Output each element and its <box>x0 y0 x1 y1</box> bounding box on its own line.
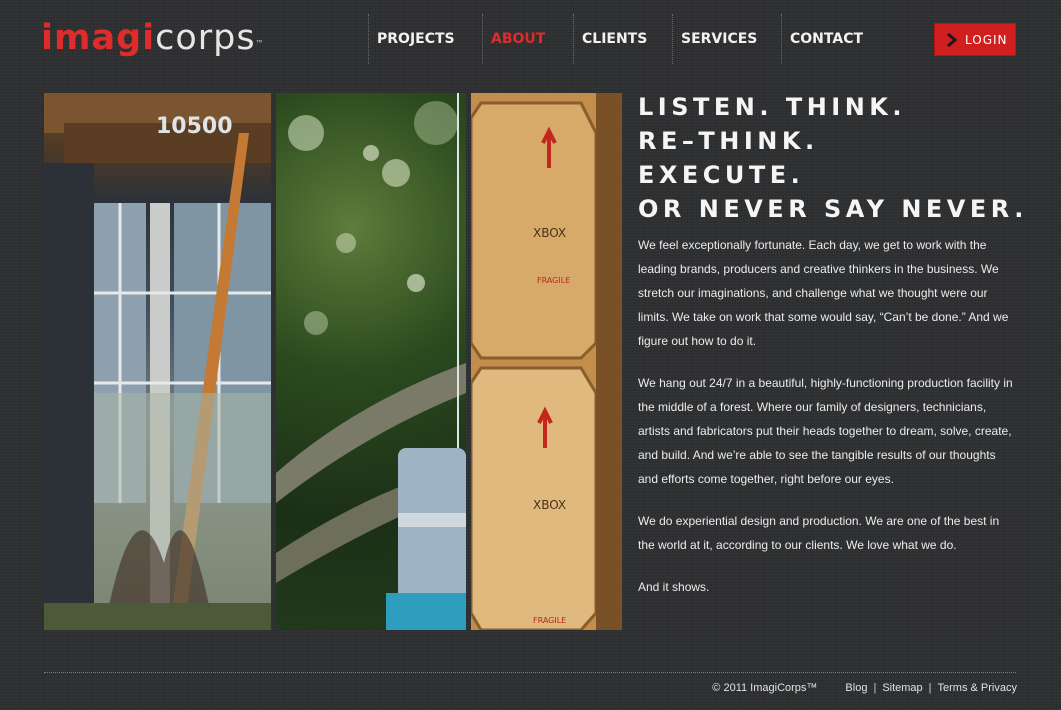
about-paragraph: And it shows. <box>638 580 710 594</box>
nav-services[interactable]: SERVICES <box>672 14 781 64</box>
headline-line: EXECUTE. <box>638 161 805 189</box>
footer-divider <box>44 672 1016 673</box>
building-photo: 10500 <box>44 93 271 630</box>
logo[interactable]: imagicorps™ <box>41 18 265 58</box>
crate-label-top: XBOX <box>533 226 566 240</box>
headline-line: OR NEVER SAY NEVER. <box>638 195 1028 223</box>
headline-line: RE–THINK. <box>638 127 819 155</box>
footer-separator: | <box>873 682 877 694</box>
nav-contact[interactable]: CONTACT <box>781 14 863 64</box>
chevron-right-icon <box>941 32 963 47</box>
about-paragraph: We feel exceptionally fortunate. Each da… <box>638 238 1009 348</box>
main-nav: PROJECTS ABOUT CLIENTS SERVICES CONTACT <box>368 14 863 64</box>
copyright: © 2011 ImagiCorps™ <box>712 682 818 694</box>
crate-label-bottom: XBOX <box>533 498 566 512</box>
footer-link-sitemap[interactable]: Sitemap <box>882 682 922 694</box>
nav-projects[interactable]: PROJECTS <box>368 14 482 64</box>
about-paragraph: We hang out 24/7 in a beautiful, highly-… <box>638 376 1013 486</box>
crates-photo: XBOX XBOX FRAGILE FRAGILE <box>471 93 622 630</box>
footer: © 2011 ImagiCorps™ Blog | Sitemap | Term… <box>712 682 1017 694</box>
login-button[interactable]: LOGIN <box>934 23 1016 56</box>
footer-separator: | <box>928 682 932 694</box>
logo-trademark: ™ <box>255 39 265 48</box>
nav-about[interactable]: ABOUT <box>482 14 573 64</box>
crate-warning-bottom: FRAGILE <box>533 616 566 625</box>
logo-imagi: imagi <box>41 18 156 58</box>
login-label: LOGIN <box>965 32 1008 47</box>
footer-link-terms[interactable]: Terms & Privacy <box>938 682 1017 694</box>
logo-corps: corps <box>155 18 256 58</box>
crate-warning-top: FRAGILE <box>537 276 570 285</box>
footer-link-blog[interactable]: Blog <box>845 682 867 694</box>
about-paragraph: We do experiential design and production… <box>638 514 1000 552</box>
hero-photos: 10500 XBOX XBOX FRAGILE FRAGILE <box>44 93 622 630</box>
headline: LISTEN. THINK. RE–THINK. EXECUTE. OR NEV… <box>638 90 1048 226</box>
about-copy: We feel exceptionally fortunate. Each da… <box>638 233 1014 617</box>
building-number: 10500 <box>156 114 233 139</box>
forest-photo <box>276 93 466 630</box>
nav-clients[interactable]: CLIENTS <box>573 14 672 64</box>
headline-line: LISTEN. THINK. <box>638 93 907 121</box>
